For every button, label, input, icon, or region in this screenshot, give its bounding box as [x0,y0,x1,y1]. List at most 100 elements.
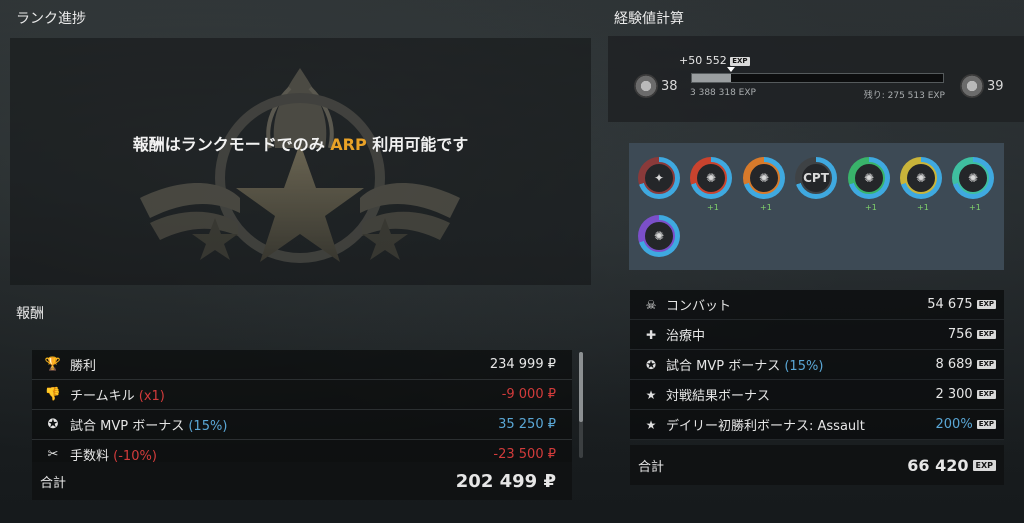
exp-row-label-text: デイリー初勝利ボーナス: Assault [666,419,865,434]
next-level: 39 [987,78,1004,94]
rewards-list[interactable]: 🏆 勝利 234 999 ₽ 👎 チームキル (x1) -9 000 ₽ ✪ 試合 MVP … [32,350,572,462]
exp-row-label-text: 対戦結果ボーナス [666,389,771,404]
exp-marker-icon [727,67,735,72]
exp-tag: EXP [976,390,996,399]
exp-total-row: 合計 66 420 EXP [630,445,1004,485]
reward-value: 35 250 ₽ [498,417,556,432]
reward-row: 🏆 勝利 234 999 ₽ [32,350,572,380]
rank-badge-icon [634,74,658,98]
medal-glyph: ✦ [643,162,675,194]
exp-progress-fill [692,74,731,82]
exp-tag: EXP [976,420,996,429]
heal-icon: ✚ [645,327,657,342]
reward-label-text: 試合 MVP ボーナス [70,419,185,434]
exp-row-value: 2 300 [935,387,973,402]
exp-tag: EXP [730,56,750,66]
exp-breakdown-row: ☠ コンバット 54 675 EXP [630,290,1004,320]
medal-glyph: ✺ [853,162,885,194]
exp-gain: +50 552 EXP [679,54,750,67]
medal-glyph: ✺ [957,162,989,194]
exp-calc-title: 経験値計算 [614,11,684,27]
reward-modifier: (15%) [188,419,228,434]
exp-row-label: デイリー初勝利ボーナス: Assault [666,415,936,434]
exp-row-modifier: (15%) [784,359,824,374]
medal-plus-count: +1 [707,203,719,212]
grenade-medal-orange-icon[interactable]: ✺ [743,157,785,199]
exp-tag: EXP [972,459,996,471]
reward-value: -9 000 ₽ [501,387,556,402]
exp-breakdown-list: ☠ コンバット 54 675 EXP ✚ 治療中 756 EXP ✪ 試合 MVP ボーナス … [630,290,1004,440]
exp-total-value: 66 420 [907,455,969,475]
reward-modifier: (x1) [138,389,165,404]
reward-label: 手数料 (-10%) [70,445,493,462]
medal-plus-count: +1 [917,203,929,212]
reward-row: 👎 チームキル (x1) -9 000 ₽ [32,380,572,410]
reward-value: 234 999 ₽ [489,357,556,372]
exp-progress-bar [691,73,944,83]
current-level-badge: 38 [634,74,678,98]
grenade-medal-green-icon[interactable]: ✺ [848,157,890,199]
exp-row-label: 試合 MVP ボーナス (15%) [666,355,935,374]
rank-progress-title: ランク進捗 [16,11,86,27]
rank-progress-panel: 報酬はランクモードでのみ ARP 利用可能です [10,38,591,285]
reward-modifier: (-10%) [113,449,157,462]
exp-tag: EXP [976,330,996,339]
exp-row-label: コンバット [666,295,927,314]
exp-row-value: 200% [935,417,973,432]
current-exp: 3 388 318 EXP [690,88,756,98]
grenade-medal-purple-icon[interactable]: ✺ [638,215,680,257]
trophy-icon: 🏆 [44,356,62,372]
reward-value: -23 500 ₽ [493,447,556,462]
medal-glyph: ✺ [905,162,937,194]
rewards-total-row: 合計 202 499 ₽ [32,462,572,500]
exp-total-label: 合計 [638,459,665,475]
reward-label: チームキル (x1) [70,385,502,404]
exp-breakdown-row: ★ 対戦結果ボーナス 2 300 EXP [630,380,1004,410]
weapon-medal-icon[interactable]: ✦ [638,157,680,199]
thumbs-down-icon: 👎 [44,386,62,402]
rank-only-message: 報酬はランクモードでのみ ARP 利用可能です [10,133,591,157]
rank-emblem-icon [140,68,460,263]
exp-tag: EXP [976,360,996,369]
medal-plus-count: +1 [969,203,981,212]
grenade-medal-yellow-icon[interactable]: ✺ [900,157,942,199]
star-icon: ★ [645,417,657,432]
medal-glyph: CPT [800,162,832,194]
medal-glyph: ✺ [748,162,780,194]
exp-row-label: 治療中 [666,325,948,344]
exp-tag: EXP [976,300,996,309]
rank-message-suffix: 利用可能です [372,135,469,154]
current-level: 38 [661,78,678,94]
rank-badge-icon [960,74,984,98]
grenade-medal-red-icon[interactable]: ✺ [690,157,732,199]
remaining-exp: 残り: 275 513 EXP [863,91,945,101]
exp-row-label-text: コンバット [666,299,732,314]
next-level-badge: 39 [960,74,1004,98]
reward-label-text: 勝利 [70,359,97,374]
reward-row: ✪ 試合 MVP ボーナス (15%) 35 250 ₽ [32,410,572,440]
reward-label: 勝利 [70,355,490,374]
exp-row-value: 756 [947,327,973,342]
exp-row-value: 54 675 [927,297,973,312]
reward-label-text: 手数料 [70,449,110,462]
grenade-medal-teal-icon[interactable]: ✺ [952,157,994,199]
reward-row: ✂ 手数料 (-10%) -23 500 ₽ [32,440,572,462]
rewards-total-value: 202 499 ₽ [455,470,556,492]
mvp-medal-icon: ✪ [47,416,59,432]
medals-panel: ✦ ✺ +1 ✺ +1 CPT ✺ +1 ✺ +1 ✺ +1 ✺ [629,143,1004,270]
exp-breakdown-row: ✚ 治療中 756 EXP [630,320,1004,350]
reward-label: 試合 MVP ボーナス (15%) [70,415,498,434]
cpt-medal-icon[interactable]: CPT [795,157,837,199]
exp-row-label: 対戦結果ボーナス [666,385,935,404]
rewards-scrollbar[interactable] [579,352,583,458]
fee-icon: ✂ [47,446,59,462]
rank-message-text: 報酬はランクモードでのみ [132,135,325,154]
medal-plus-count: +1 [865,203,877,212]
exp-breakdown-row: ✪ 試合 MVP ボーナス (15%) 8 689 EXP [630,350,1004,380]
scrollbar-thumb[interactable] [579,352,583,422]
rewards-total-label: 合計 [40,475,67,491]
medal-glyph: ✺ [695,162,727,194]
rewards-title: 報酬 [16,306,44,322]
arp-highlight: ARP [330,135,367,154]
exp-gain-value: +50 552 [679,54,727,67]
